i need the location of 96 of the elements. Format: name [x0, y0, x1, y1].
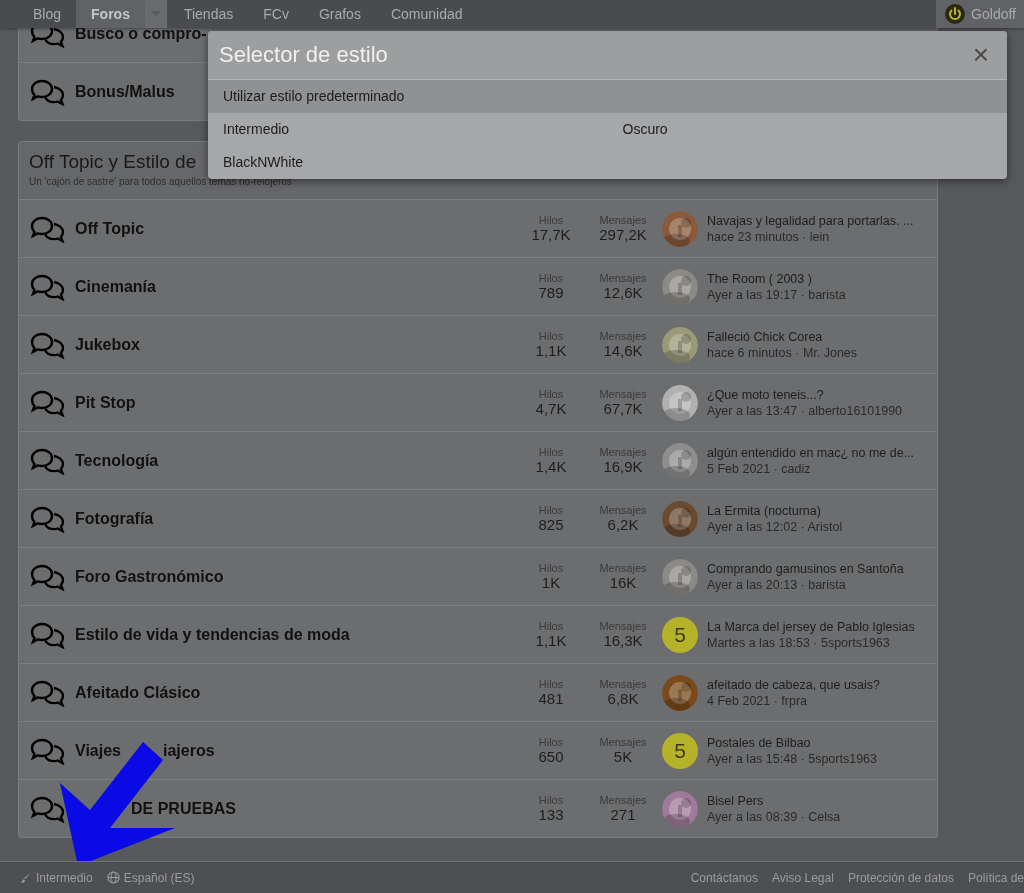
stat-value: 481 [538, 690, 564, 707]
post-meta: Martes a las 18:53 · 5sports1963 [707, 635, 891, 650]
avatar[interactable]: 5 [662, 732, 698, 769]
avatar[interactable]: 5 [662, 616, 698, 653]
post-meta: Ayer a las 20:13 · barista [707, 577, 847, 592]
footer-link[interactable]: Protección de datos [847, 870, 954, 885]
thread-link[interactable]: algún entendido en mac¿ no me de... [707, 445, 937, 460]
globe-icon [106, 871, 120, 884]
post-meta: Ayer a las 08:39 · Celsa [707, 809, 842, 824]
post-meta: Ayer a las 15:48 · 5sports1963 [707, 751, 878, 766]
forum-title[interactable]: Busco o compro- [75, 28, 207, 43]
thread-link[interactable]: Bisel Pers [707, 793, 937, 808]
style-chooser-link[interactable]: Intermedio [20, 870, 93, 885]
post-meta: hace 6 minutos · Mr. Jones [707, 345, 859, 360]
stat-value: 5K [613, 748, 633, 765]
nav-tab[interactable]: Blog [18, 0, 77, 28]
stat-value: 12,6K [603, 284, 643, 301]
chat-icon [29, 446, 67, 475]
forum-title[interactable]: DE PRUEBAS [131, 799, 236, 818]
thread-link[interactable]: Postales de Bilbao [707, 735, 937, 750]
nav-tab[interactable]: Foros [76, 0, 145, 28]
nav-tab[interactable]: FCv [248, 0, 304, 28]
forum-title[interactable]: Pit Stop [75, 393, 136, 412]
stat-value: 6,8K [607, 690, 639, 707]
thread-link[interactable]: afeitado de cabeza, que usais? [707, 677, 937, 692]
thread-link[interactable]: Navajas y legalidad para portarlas. ... [707, 213, 937, 228]
stat-value: 16,9K [603, 458, 643, 475]
chat-icon [29, 272, 67, 301]
chat-icon [29, 794, 67, 823]
stat-value: 133 [538, 806, 564, 823]
stat-value: 1,1K [535, 342, 567, 359]
chat-icon [29, 28, 67, 48]
forum-title[interactable]: Estilo de vida y tendencias de moda [75, 625, 350, 644]
post-meta: 5 Feb 2021 · cadiz [707, 461, 812, 476]
forum-title[interactable]: Bonus/Malus [75, 82, 175, 101]
stat-value: 789 [538, 284, 564, 301]
stat-value: 6,2K [607, 516, 639, 533]
brush-icon [20, 871, 32, 884]
footer-link[interactable]: Aviso Legal [772, 870, 834, 885]
footer-link[interactable]: Contáctanos [690, 870, 759, 885]
chat-icon [29, 504, 67, 533]
thread-link[interactable]: Falleció Chick Corea [707, 329, 937, 344]
style-option[interactable]: BlackNWhite [208, 146, 608, 179]
forum-title[interactable]: Jukebox [75, 335, 140, 354]
nav-tab[interactable]: Comunidad [375, 0, 478, 28]
nav-tab[interactable]: Tiendas [168, 0, 249, 28]
stat-value: 67,7K [603, 400, 643, 417]
chat-icon [29, 330, 67, 359]
thread-link[interactable]: The Room ( 2003 ) [707, 271, 937, 286]
chat-icon [29, 678, 67, 707]
chat-icon [29, 214, 67, 243]
thread-link[interactable]: Comprando gamusinos en Santoña [707, 561, 937, 576]
forum-title[interactable]: Cinemanía [75, 277, 156, 296]
forum-title[interactable]: Off Topic [75, 219, 145, 238]
close-button[interactable]: × [966, 39, 995, 71]
chat-icon [29, 388, 67, 417]
forum-title[interactable]: Foro Gastronómico [75, 567, 224, 586]
chat-icon [29, 620, 67, 649]
chat-icon [29, 562, 67, 591]
stat-value: 1,1K [535, 632, 567, 649]
forum-title[interactable]: Viajes [75, 741, 121, 760]
thread-link[interactable]: La Marca del jersey de Pablo Iglesias [707, 619, 937, 634]
thread-link[interactable]: La Ermita (nocturna) [707, 503, 937, 518]
stat-value: 1K [541, 574, 561, 591]
user-menu[interactable]: Goldoff [936, 0, 1024, 28]
forum-title[interactable]: Fotografía [75, 509, 154, 528]
chat-icon [29, 736, 67, 765]
language-link[interactable]: Español (ES) [106, 870, 195, 885]
stat-value: 16K [609, 574, 637, 591]
style-option[interactable]: Oscuro [607, 113, 1007, 146]
stat-value: 4,7K [535, 400, 567, 417]
stat-value: 271 [610, 806, 636, 823]
post-meta: Ayer a las 19:17 · barista [707, 287, 847, 302]
post-meta: Ayer a las 12:02 · Aristol [707, 519, 844, 534]
dialog-title: Selector de estilo [219, 42, 388, 68]
post-meta: Ayer a las 13:47 · alberto16101990 [707, 403, 904, 418]
post-meta: 4 Feb 2021 · frpra [707, 693, 809, 708]
style-option[interactable]: Intermedio [208, 113, 608, 146]
chat-icon [29, 77, 67, 106]
stat-value: 297,2K [599, 226, 647, 243]
stat-value: 16,3K [603, 632, 643, 649]
stat-value: 825 [538, 516, 564, 533]
post-meta: hace 23 minutos · lein [707, 229, 831, 244]
stat-value: 17,7K [531, 226, 571, 243]
nav-tab[interactable]: Grafos [303, 0, 376, 28]
forum-title[interactable]: iajeros [162, 741, 215, 760]
stat-value: 650 [538, 748, 564, 765]
power-icon [944, 3, 967, 25]
style-option[interactable]: Utilizar estilo predeterminado [208, 80, 1007, 113]
forum-title[interactable]: Afeitado Clásico [75, 683, 201, 702]
stat-value: 1,4K [535, 458, 567, 475]
forum-title[interactable]: Tecnología [75, 451, 159, 470]
thread-link[interactable]: ¿Que moto teneis...? [707, 387, 937, 402]
footer-link[interactable]: Política de [967, 870, 1024, 885]
stat-value: 14,6K [603, 342, 643, 359]
caret-icon[interactable] [144, 0, 167, 28]
